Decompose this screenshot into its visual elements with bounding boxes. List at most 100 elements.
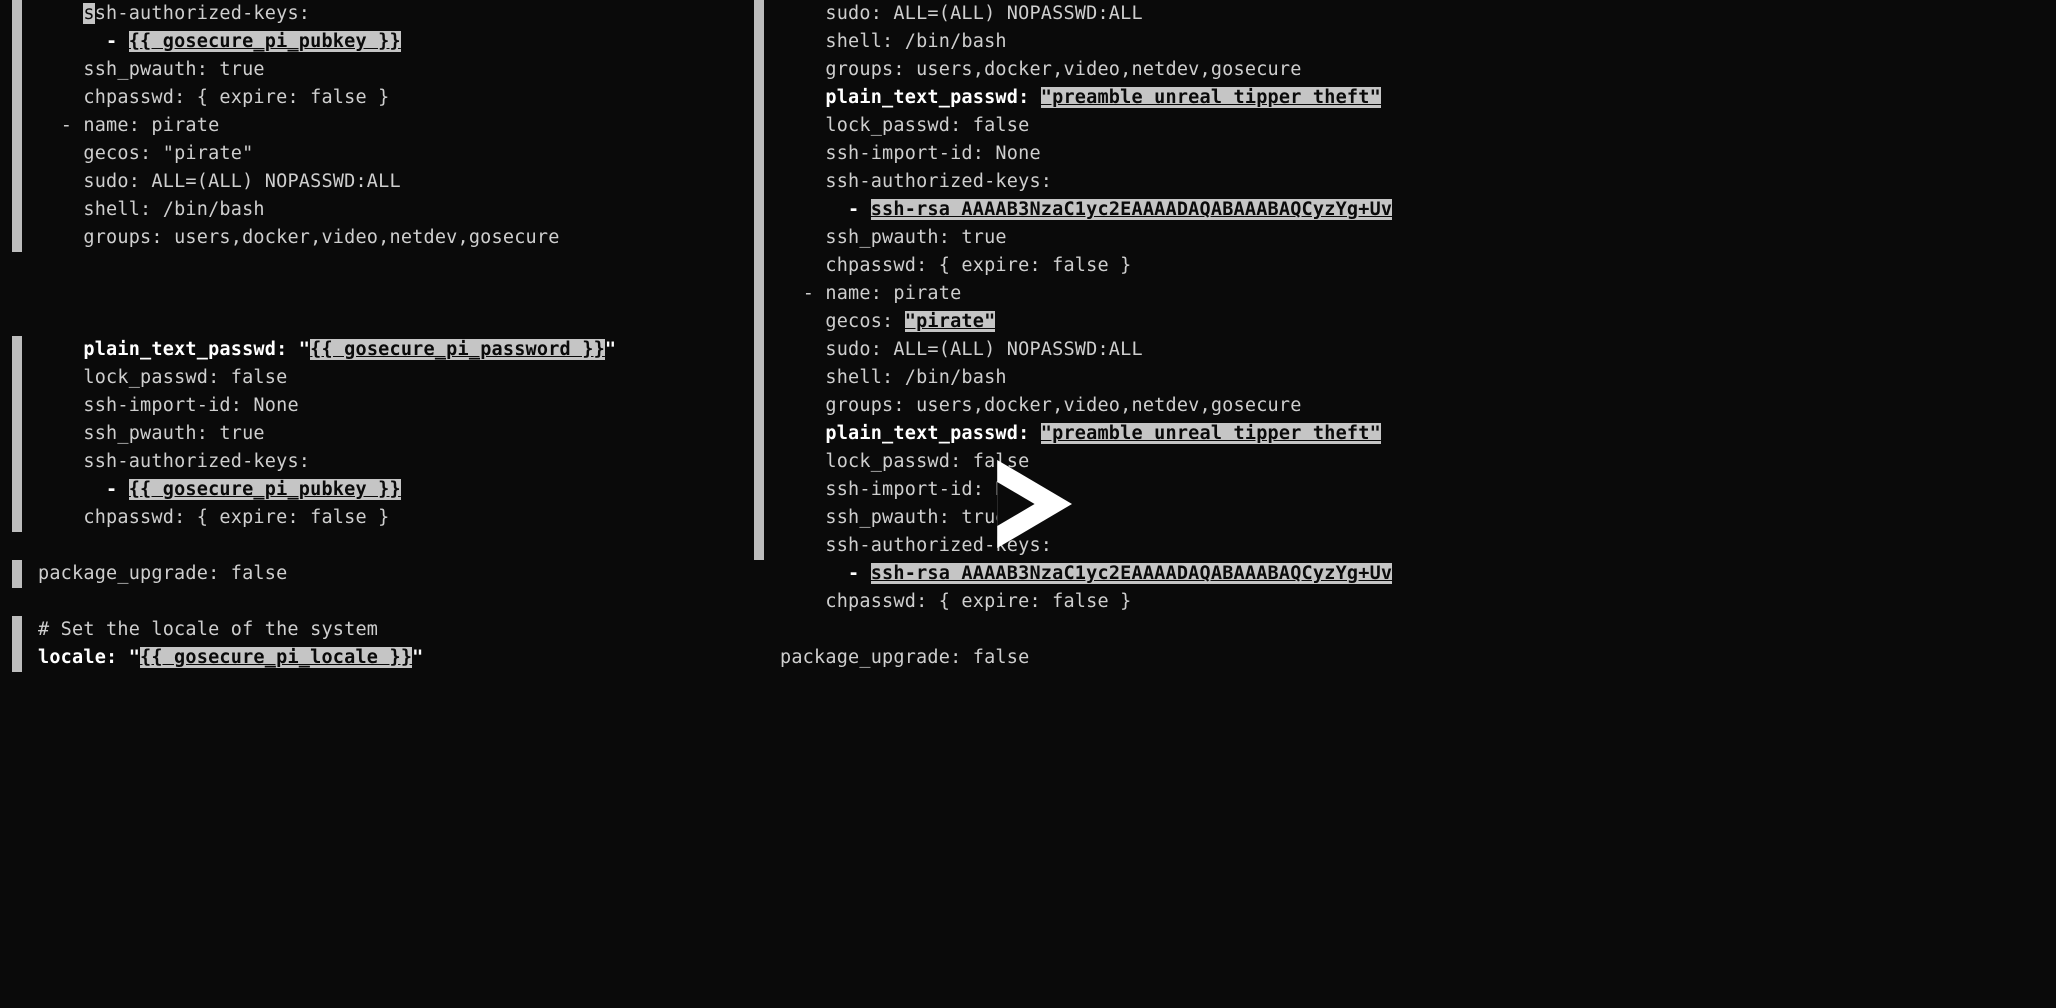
diff-gutter-marker: [754, 476, 764, 504]
code-token: ": [605, 339, 616, 360]
code-line: chpasswd: { expire: false }: [742, 588, 2056, 616]
code-token: "preamble unreal tipper theft": [1041, 87, 1381, 108]
code-content: ssh-import-id: None: [780, 140, 1041, 168]
code-token: shell: /bin/bash: [825, 367, 1006, 388]
code-line: # Set the locale of the system: [0, 616, 742, 644]
code-token: ": [412, 647, 423, 668]
diff-gutter-marker: [754, 420, 764, 448]
code-line: groups: users,docker,video,netdev,gosecu…: [742, 56, 2056, 84]
diff-gutter-marker: [12, 448, 22, 476]
code-token: chpasswd: { expire: false }: [83, 507, 389, 528]
code-token: chpasswd: { expire: false }: [83, 87, 389, 108]
code-token: groups: users,docker,video,netdev,gosecu…: [825, 395, 1301, 416]
code-content: sudo: ALL=(ALL) NOPASSWD:ALL: [780, 336, 1143, 364]
code-line: locale: "{{ gosecure_pi_locale }}": [0, 644, 742, 672]
diff-gutter-marker: [754, 448, 764, 476]
code-line: shell: /bin/bash: [742, 28, 2056, 56]
code-token: {{ gosecure_pi_pubkey }}: [129, 31, 401, 52]
diff-pane-right[interactable]: sudo: ALL=(ALL) NOPASSWD:ALL shell: /bin…: [742, 0, 2056, 672]
code-content: ssh-import-id: None: [38, 392, 299, 420]
code-content: chpasswd: { expire: false }: [38, 84, 389, 112]
diff-gutter-marker: [754, 532, 764, 560]
code-token: package_upgrade: false: [38, 563, 287, 584]
code-content: package_upgrade: false: [38, 560, 287, 588]
code-line: shell: /bin/bash: [0, 196, 742, 224]
diff-gutter-marker: [754, 56, 764, 84]
code-content: - {{ gosecure_pi_pubkey }}: [38, 28, 401, 56]
code-line: [0, 280, 742, 308]
code-line: [0, 308, 742, 336]
code-line: plain_text_passwd: "preamble unreal tipp…: [742, 84, 2056, 112]
code-line: ssh-authorized-keys:: [742, 168, 2056, 196]
code-token: -: [106, 31, 129, 52]
code-token: - name: pirate: [61, 115, 220, 136]
code-line: [0, 588, 742, 616]
diff-gutter-marker: [754, 0, 764, 28]
code-line: sudo: ALL=(ALL) NOPASSWD:ALL: [742, 336, 2056, 364]
code-token: "preamble unreal tipper theft": [1041, 423, 1381, 444]
code-content: shell: /bin/bash: [780, 28, 1007, 56]
diff-gutter-marker: [754, 84, 764, 112]
code-content: groups: users,docker,video,netdev,gosecu…: [38, 224, 560, 252]
code-content: # Set the locale of the system: [38, 616, 378, 644]
code-line: [0, 252, 742, 280]
code-line: chpasswd: { expire: false }: [0, 504, 742, 532]
code-content: ssh_pwauth: true: [780, 224, 1007, 252]
code-line: lock_passwd: false: [742, 448, 2056, 476]
code-token: plain_text_passwd: ": [83, 339, 310, 360]
code-content: ssh-authorized-keys:: [780, 168, 1052, 196]
code-content: ssh-authorized-keys:: [38, 448, 310, 476]
code-content: plain_text_passwd: "preamble unreal tipp…: [780, 84, 1381, 112]
code-content: groups: users,docker,video,netdev,gosecu…: [780, 56, 1302, 84]
diff-gutter-marker: [12, 112, 22, 140]
diff-pane-left[interactable]: ssh-authorized-keys: - {{ gosecure_pi_pu…: [0, 0, 742, 672]
code-line: ssh-import-id: None: [742, 140, 2056, 168]
code-line: ssh_pwauth: true: [742, 224, 2056, 252]
diff-gutter-marker: [754, 336, 764, 364]
code-line: shell: /bin/bash: [742, 364, 2056, 392]
diff-gutter-marker: [754, 280, 764, 308]
code-token: -: [848, 563, 871, 584]
code-token: ssh-rsa AAAAB3NzaC1yc2EAAAADAQABAAABAQCy…: [871, 563, 1393, 584]
code-token: groups: users,docker,video,netdev,gosecu…: [83, 227, 559, 248]
play-button[interactable]: [973, 449, 1083, 559]
code-token: {{ gosecure_pi_password }}: [310, 339, 605, 360]
code-token: shell: /bin/bash: [83, 199, 264, 220]
code-content: ssh_pwauth: true: [38, 420, 265, 448]
code-token: chpasswd: { expire: false }: [825, 591, 1131, 612]
code-content: chpasswd: { expire: false }: [38, 504, 389, 532]
code-content: - ssh-rsa AAAAB3NzaC1yc2EAAAADAQABAAABAQ…: [780, 560, 1392, 588]
code-line: chpasswd: { expire: false }: [742, 252, 2056, 280]
code-content: - name: pirate: [780, 280, 961, 308]
code-content: plain_text_passwd: "{{ gosecure_pi_passw…: [38, 336, 616, 364]
code-token: groups: users,docker,video,netdev,gosecu…: [825, 59, 1301, 80]
code-line: ssh-import-id: None: [742, 476, 2056, 504]
code-token: chpasswd: { expire: false }: [825, 255, 1131, 276]
code-token: -: [848, 199, 871, 220]
diff-gutter-marker: [754, 308, 764, 336]
diff-gutter-marker: [754, 504, 764, 532]
code-line: - ssh-rsa AAAAB3NzaC1yc2EAAAADAQABAAABAQ…: [742, 560, 2056, 588]
code-token: sudo: ALL=(ALL) NOPASSWD:ALL: [83, 171, 400, 192]
code-line: chpasswd: { expire: false }: [0, 84, 742, 112]
code-content: - {{ gosecure_pi_pubkey }}: [38, 476, 401, 504]
play-icon: [973, 449, 1083, 559]
code-token: lock_passwd: false: [825, 115, 1029, 136]
code-line: sudo: ALL=(ALL) NOPASSWD:ALL: [0, 168, 742, 196]
code-token: ssh-import-id: None: [825, 143, 1040, 164]
code-token: gecos: "pirate": [83, 143, 253, 164]
code-token: ssh-rsa AAAAB3NzaC1yc2EAAAADAQABAAABAQCy…: [871, 199, 1393, 220]
code-token: s: [83, 3, 94, 24]
diff-gutter-marker: [754, 364, 764, 392]
code-line: [742, 616, 2056, 644]
code-token: # Set the locale of the system: [38, 619, 378, 640]
code-token: lock_passwd: false: [83, 367, 287, 388]
diff-gutter-marker: [12, 616, 22, 644]
code-token: {{ gosecure_pi_locale }}: [140, 647, 412, 668]
code-content: gecos: "pirate": [38, 140, 253, 168]
code-line: package_upgrade: false: [742, 644, 2056, 672]
code-token: plain_text_passwd:: [825, 87, 1040, 108]
diff-gutter-marker: [12, 644, 22, 672]
code-content: lock_passwd: false: [780, 112, 1029, 140]
code-token: ssh_pwauth: true: [83, 59, 264, 80]
